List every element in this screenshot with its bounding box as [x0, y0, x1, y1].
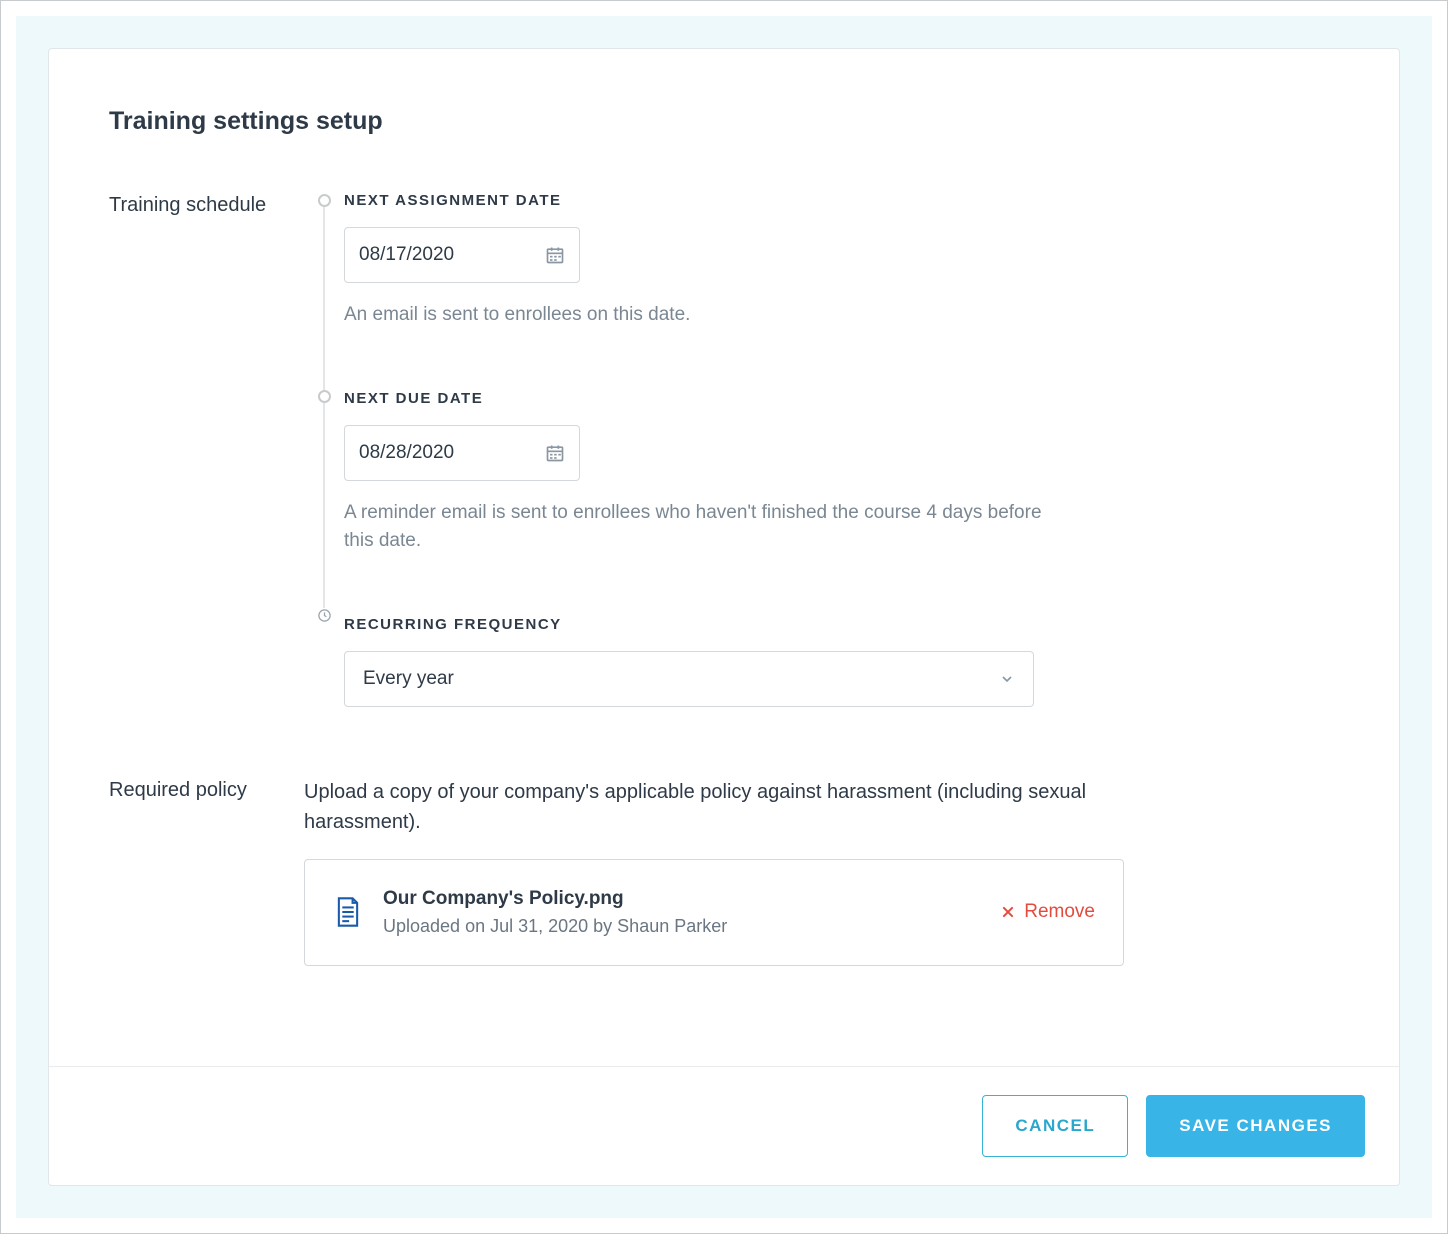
- spacer: [344, 556, 1339, 616]
- due-date-input[interactable]: 08/28/2020: [344, 425, 580, 481]
- save-button[interactable]: SAVE CHANGES: [1146, 1095, 1365, 1157]
- policy-description: Upload a copy of your company's applicab…: [304, 777, 1114, 837]
- assignment-date-step: NEXT ASSIGNMENT DATE 08/17/2020 An email…: [344, 192, 1339, 330]
- file-text-block: Our Company's Policy.png Uploaded on Jul…: [383, 888, 727, 937]
- training-schedule-label: Training schedule: [109, 192, 304, 217]
- page-background: Training settings setup Training schedul…: [16, 16, 1432, 1218]
- required-policy-section: Required policy Upload a copy of your co…: [109, 777, 1339, 966]
- assignment-date-label: NEXT ASSIGNMENT DATE: [344, 192, 1339, 209]
- timeline-dot-icon: [318, 390, 331, 403]
- file-info: Our Company's Policy.png Uploaded on Jul…: [333, 888, 727, 937]
- frequency-label: RECURRING FREQUENCY: [344, 616, 1339, 633]
- assignment-date-value: 08/17/2020: [359, 244, 454, 266]
- timeline-dot-icon: [318, 194, 331, 207]
- uploaded-file-card: Our Company's Policy.png Uploaded on Jul…: [304, 859, 1124, 966]
- frequency-selected-value: Every year: [363, 668, 454, 690]
- card-footer: CANCEL SAVE CHANGES: [49, 1066, 1399, 1185]
- calendar-icon: [545, 443, 565, 463]
- frequency-select[interactable]: Every year: [344, 651, 1034, 707]
- due-date-label: NEXT DUE DATE: [344, 390, 1339, 407]
- clock-icon: [317, 608, 332, 623]
- assignment-date-helper: An email is sent to enrollees on this da…: [344, 301, 1044, 330]
- required-policy-content: Upload a copy of your company's applicab…: [304, 777, 1339, 966]
- due-date-helper: A reminder email is sent to enrollees wh…: [344, 499, 1044, 556]
- file-meta: Uploaded on Jul 31, 2020 by Shaun Parker: [383, 916, 727, 937]
- remove-file-label: Remove: [1024, 901, 1095, 923]
- timeline: NEXT ASSIGNMENT DATE 08/17/2020 An email…: [304, 192, 1339, 707]
- chevron-down-icon: [999, 671, 1015, 687]
- timeline-rail: [304, 192, 344, 707]
- cancel-button[interactable]: CANCEL: [982, 1095, 1128, 1157]
- settings-card: Training settings setup Training schedul…: [48, 48, 1400, 1186]
- required-policy-label: Required policy: [109, 777, 304, 802]
- remove-file-button[interactable]: Remove: [1000, 901, 1095, 923]
- calendar-icon: [545, 245, 565, 265]
- page-title: Training settings setup: [109, 107, 1339, 136]
- close-icon: [1000, 904, 1016, 920]
- frequency-step: RECURRING FREQUENCY Every year: [344, 616, 1339, 707]
- training-schedule-section: Training schedule: [109, 192, 1339, 707]
- window-frame: Training settings setup Training schedul…: [0, 0, 1448, 1234]
- timeline-line: [323, 403, 325, 608]
- due-date-value: 08/28/2020: [359, 442, 454, 464]
- due-date-step: NEXT DUE DATE 08/28/2020 A reminder emai…: [344, 390, 1339, 556]
- document-icon: [333, 896, 363, 928]
- card-body: Training settings setup Training schedul…: [49, 49, 1399, 1066]
- spacer: [344, 330, 1339, 390]
- file-name: Our Company's Policy.png: [383, 888, 727, 910]
- training-schedule-content: NEXT ASSIGNMENT DATE 08/17/2020 An email…: [304, 192, 1339, 707]
- timeline-line: [323, 207, 325, 390]
- timeline-steps: NEXT ASSIGNMENT DATE 08/17/2020 An email…: [344, 192, 1339, 707]
- assignment-date-input[interactable]: 08/17/2020: [344, 227, 580, 283]
